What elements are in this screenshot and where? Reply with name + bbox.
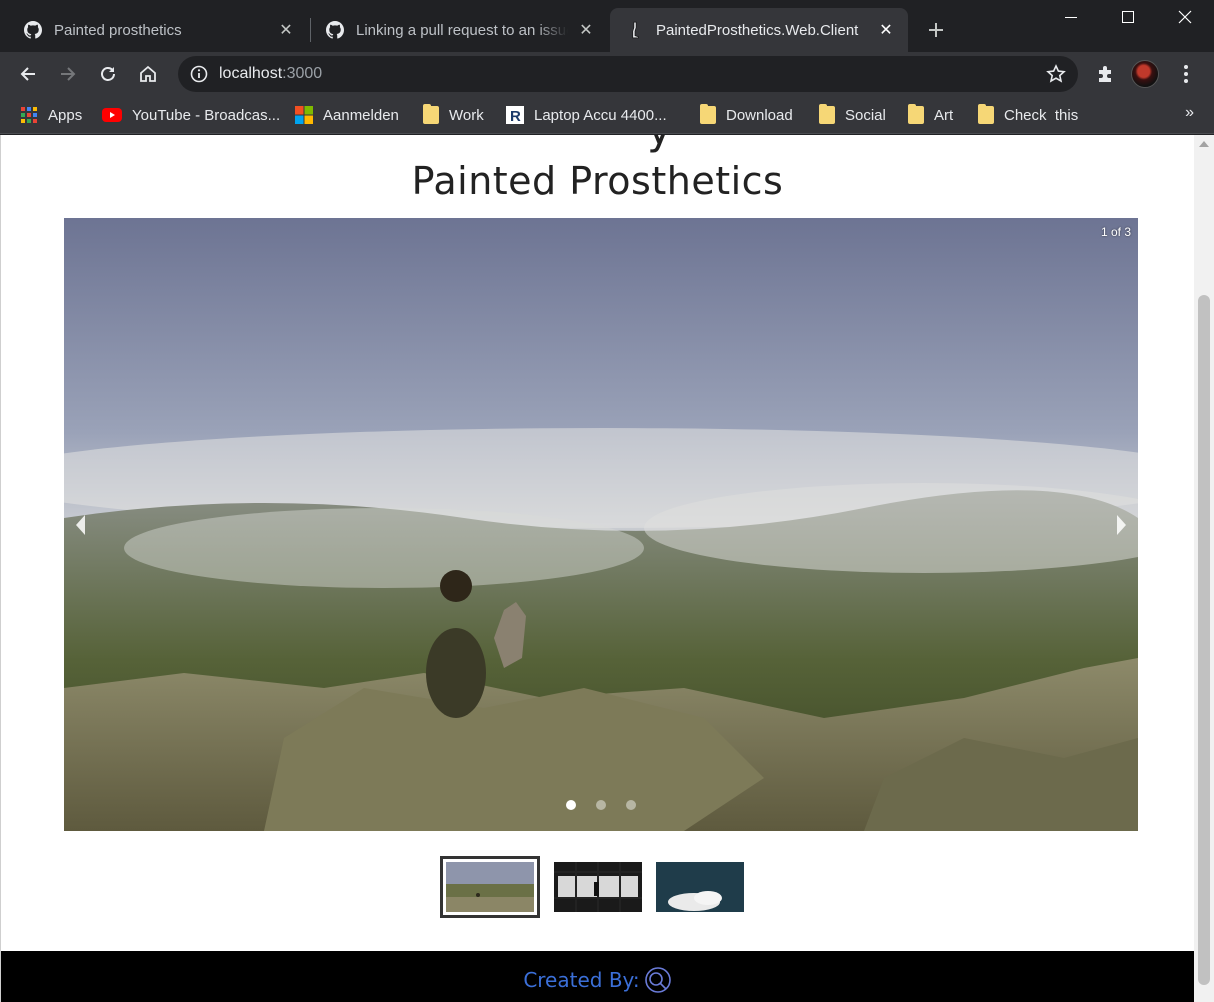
url-text: localhost:3000 — [219, 65, 322, 83]
reload-icon — [101, 67, 115, 81]
cut-off-heading: y — [647, 135, 672, 154]
bookmark-folder-work[interactable]: Work — [423, 104, 484, 126]
bookmark-label: Aanmelden — [323, 106, 399, 124]
svg-text:R: R — [510, 108, 521, 124]
bookmark-label: Check this — [1004, 106, 1079, 124]
r-logo-icon: R — [506, 106, 524, 124]
home-icon — [140, 65, 156, 82]
maximize-button[interactable] — [1099, 0, 1156, 34]
scrollbar-thumb[interactable] — [1198, 295, 1210, 985]
page-viewport: y Painted Prosthetics — [0, 135, 1214, 1002]
bookmark-folder-art[interactable]: Art — [908, 104, 953, 126]
tab-painted-prosthetics[interactable]: Painted prosthetics ✕ — [8, 8, 308, 52]
scroll-up-arrow-icon[interactable] — [1199, 141, 1209, 147]
carousel-dot-3[interactable] — [626, 800, 636, 810]
bookmark-folder-download[interactable]: Download — [700, 104, 793, 126]
minimize-icon — [1064, 17, 1077, 18]
folder-icon — [978, 104, 994, 124]
tab-title: Painted prosthetics — [54, 21, 182, 39]
author-logo-icon[interactable] — [644, 966, 672, 994]
folder-icon — [908, 104, 924, 124]
home-button[interactable] — [132, 58, 164, 90]
new-tab-button[interactable] — [922, 16, 950, 44]
thumbnail-2[interactable] — [554, 862, 642, 912]
close-tab-icon[interactable]: ✕ — [876, 20, 896, 40]
bookmark-youtube[interactable]: YouTube - Broadcas... — [102, 104, 280, 126]
maximize-icon — [1121, 11, 1134, 23]
apps-grid-icon — [21, 107, 37, 123]
tab-title: PaintedProsthetics.Web.Client — [656, 21, 859, 39]
thumbnail-mountain-photo — [446, 862, 534, 912]
page-title: Painted Prosthetics — [411, 159, 784, 203]
carousel-next-arrow-icon[interactable] — [1117, 515, 1126, 535]
image-carousel[interactable]: 1 of 3 — [64, 218, 1138, 831]
close-icon — [1178, 10, 1191, 24]
kebab-menu-icon — [1184, 65, 1188, 83]
forward-button[interactable] — [52, 58, 84, 90]
page-scrollbar[interactable] — [1194, 135, 1214, 1002]
close-tab-icon[interactable]: ✕ — [576, 20, 596, 40]
created-by-label: Created By: — [523, 967, 640, 992]
tab-linking-pull-request[interactable]: Linking a pull request to an issue ✕ — [310, 8, 608, 52]
tab-painted-prosthetics-client[interactable]: PaintedProsthetics.Web.Client ✕ — [610, 8, 908, 52]
thumbnail-1-selected[interactable] — [440, 856, 540, 918]
plus-icon — [929, 23, 943, 37]
bookmark-label: Download — [726, 106, 793, 124]
github-icon — [24, 21, 42, 39]
bookmark-label: Laptop Accu 4400... — [534, 106, 667, 124]
url-port: :3000 — [282, 65, 323, 82]
thumbnail-clouds-photo — [656, 862, 744, 912]
slide-counter: 1 of 3 — [1100, 225, 1131, 239]
carousel-dots — [64, 800, 1138, 810]
puzzle-icon — [1099, 66, 1111, 82]
bookmark-star-icon[interactable] — [1046, 64, 1066, 84]
carousel-prev-arrow-icon[interactable] — [76, 515, 85, 535]
bookmark-folder-social[interactable]: Social — [819, 104, 886, 126]
bookmark-folder-check-this[interactable]: Check this — [978, 104, 1078, 126]
close-window-button[interactable] — [1156, 0, 1213, 34]
info-icon[interactable] — [190, 65, 208, 83]
profile-avatar[interactable] — [1131, 60, 1159, 88]
tab-title: Linking a pull request to an issue — [356, 21, 568, 39]
folder-icon — [700, 104, 716, 124]
github-icon — [326, 21, 344, 39]
created-by[interactable]: Created By: — [523, 957, 671, 1002]
tab-strip: Painted prosthetics ✕ Linking a pull req… — [0, 0, 1214, 52]
address-bar[interactable]: localhost:3000 — [178, 56, 1078, 92]
youtube-icon — [102, 108, 122, 122]
minimize-button[interactable] — [1042, 0, 1099, 34]
carousel-thumbnails — [440, 856, 744, 918]
thumbnail-hangar-photo — [554, 862, 642, 912]
arrow-left-icon — [20, 67, 35, 81]
folder-icon — [819, 104, 835, 124]
bookmarks-overflow-button[interactable]: » — [1185, 104, 1194, 122]
url-host: localhost — [219, 65, 283, 82]
page-footer: Created By: — [1, 951, 1194, 1002]
bookmark-laptop-accu[interactable]: R Laptop Accu 4400... — [506, 104, 667, 126]
back-button[interactable] — [12, 58, 44, 90]
bookmark-aanmelden[interactable]: Aanmelden — [295, 104, 399, 126]
menu-button[interactable] — [1174, 62, 1198, 86]
bookmark-label: Art — [934, 106, 954, 124]
carousel-slide-mountain-photo — [64, 218, 1138, 831]
extensions-button[interactable] — [1094, 62, 1118, 86]
carousel-dot-2[interactable] — [596, 800, 606, 810]
arrow-right-icon — [61, 67, 76, 81]
folder-icon — [423, 104, 439, 124]
close-tab-icon[interactable]: ✕ — [276, 20, 296, 40]
thumbnail-3[interactable] — [656, 862, 744, 912]
bookmark-apps[interactable]: Apps — [20, 104, 82, 126]
bookmarks-bar: Apps YouTube - Broadcas... Aanmelden Wor… — [0, 96, 1214, 134]
bookmark-label: Social — [845, 106, 886, 124]
reload-button[interactable] — [92, 58, 124, 90]
bookmark-label: Apps — [48, 106, 83, 124]
prosthetic-leg-icon — [632, 21, 639, 39]
bookmark-label: YouTube - Broadcas... — [132, 106, 281, 124]
microsoft-icon — [295, 106, 313, 124]
bookmark-label: Work — [449, 106, 484, 124]
carousel-dot-1[interactable] — [566, 800, 576, 810]
